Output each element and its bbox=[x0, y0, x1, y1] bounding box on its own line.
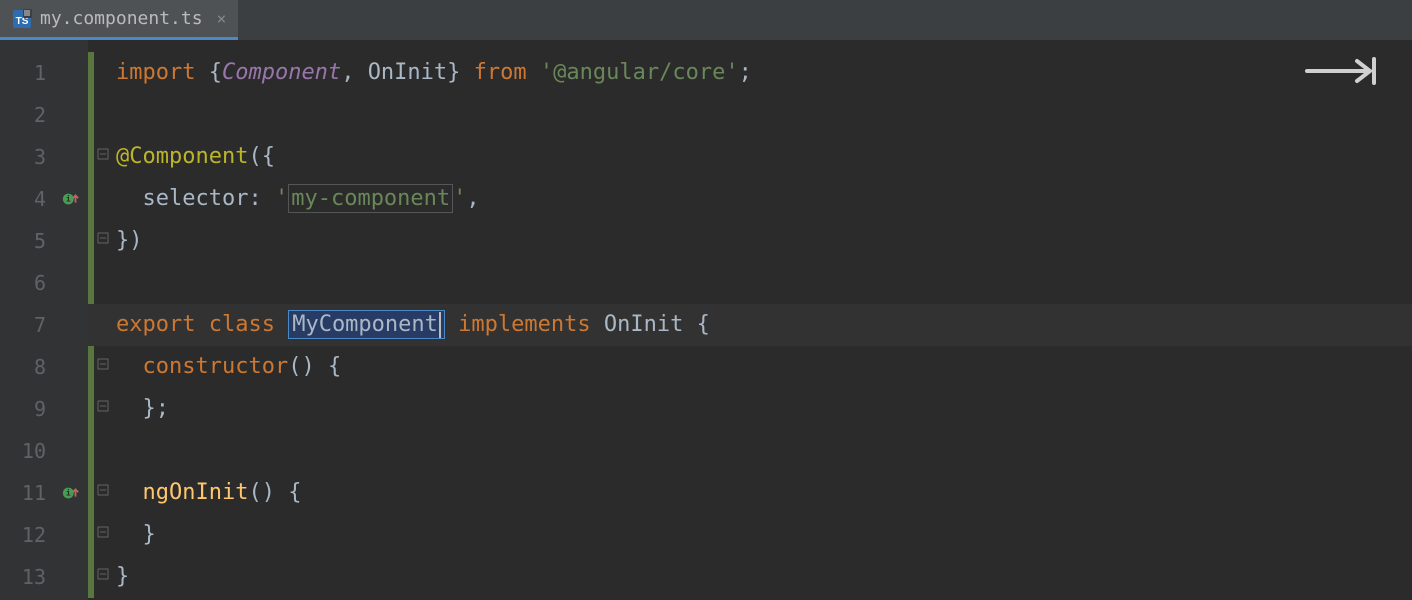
code-line[interactable]: constructor() { bbox=[88, 346, 1412, 388]
line-number[interactable]: 7 bbox=[0, 304, 88, 346]
line-number[interactable]: 6 bbox=[0, 262, 88, 304]
code-line[interactable]: } bbox=[88, 514, 1412, 556]
line-number[interactable]: 9 bbox=[0, 388, 88, 430]
svg-text:i: i bbox=[66, 488, 71, 498]
line-number[interactable]: 10 bbox=[0, 430, 88, 472]
close-icon[interactable]: × bbox=[217, 9, 227, 28]
code-line-current[interactable]: export class MyComponent implements OnIn… bbox=[88, 304, 1412, 346]
line-number[interactable]: 8 bbox=[0, 346, 88, 388]
code-line[interactable] bbox=[88, 430, 1412, 472]
code-line[interactable] bbox=[88, 94, 1412, 136]
line-number[interactable]: 11 i bbox=[0, 472, 88, 514]
gutter: 1 2 3 4 i 5 6 7 8 9 10 11 i 12 13 bbox=[0, 40, 88, 600]
code-line[interactable]: @Component({ bbox=[88, 136, 1412, 178]
line-number[interactable]: 3 bbox=[0, 136, 88, 178]
code-line[interactable]: selector: 'my-component', bbox=[88, 178, 1412, 220]
line-number[interactable]: 13 bbox=[0, 556, 88, 598]
gutter-marker-icon[interactable]: i bbox=[62, 484, 80, 502]
file-tab[interactable]: TS my.component.ts × bbox=[0, 0, 238, 40]
line-number[interactable]: 1 bbox=[0, 52, 88, 94]
code-line[interactable]: } bbox=[88, 556, 1412, 598]
typescript-file-icon: TS bbox=[12, 9, 32, 29]
line-number[interactable]: 12 bbox=[0, 514, 88, 556]
cursor-selection: MyComponent bbox=[288, 310, 445, 339]
selector-highlight: my-component bbox=[288, 184, 453, 213]
code-line[interactable]: ngOnInit() { bbox=[88, 472, 1412, 514]
code-line[interactable]: }; bbox=[88, 388, 1412, 430]
code-line[interactable]: }) bbox=[88, 220, 1412, 262]
tab-filename: my.component.ts bbox=[40, 8, 203, 29]
editor: 1 2 3 4 i 5 6 7 8 9 10 11 i 12 13 bbox=[0, 40, 1412, 600]
line-number[interactable]: 2 bbox=[0, 94, 88, 136]
line-number[interactable]: 4 i bbox=[0, 178, 88, 220]
line-number[interactable]: 5 bbox=[0, 220, 88, 262]
code-area[interactable]: import {Component, OnInit} from '@angula… bbox=[88, 40, 1412, 600]
code-line[interactable] bbox=[88, 262, 1412, 304]
text-cursor bbox=[439, 312, 441, 338]
svg-text:i: i bbox=[66, 194, 71, 204]
tab-bar: TS my.component.ts × bbox=[0, 0, 1412, 40]
gutter-marker-icon[interactable]: i bbox=[62, 190, 80, 208]
code-line[interactable]: import {Component, OnInit} from '@angula… bbox=[88, 52, 1412, 94]
